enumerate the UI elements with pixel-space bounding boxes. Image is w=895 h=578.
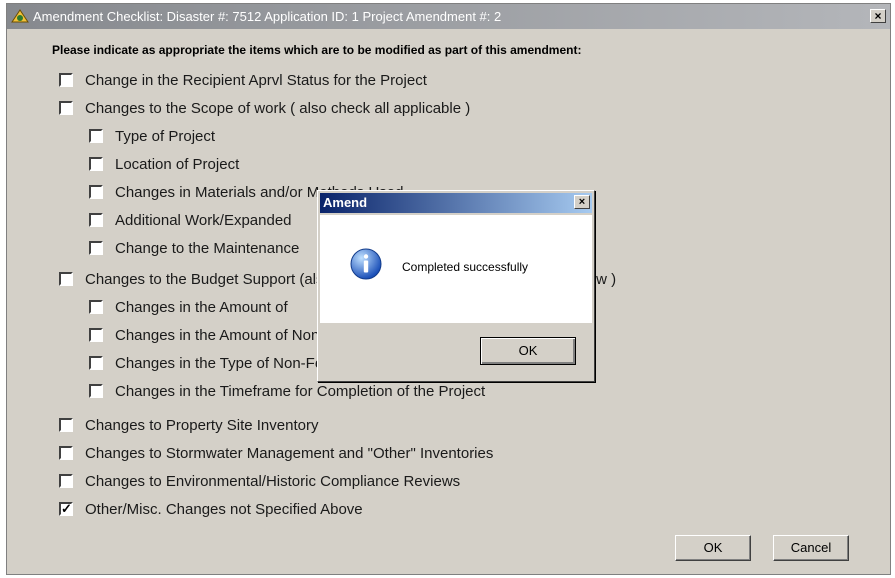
checkbox[interactable] <box>89 241 103 255</box>
checklist-item[interactable]: ✓ Other/Misc. Changes not Specified Above <box>59 499 363 519</box>
checklist-item[interactable]: Changes to Stormwater Management and "Ot… <box>59 443 493 463</box>
dialog-body: Completed successfully <box>320 215 592 323</box>
checklist-item[interactable]: Change in the Recipient Aprvl Status for… <box>59 70 427 90</box>
instruction-text: Please indicate as appropriate the items… <box>52 43 582 57</box>
info-icon <box>350 248 382 280</box>
checklist-item[interactable]: Changes in the Amount of <box>89 297 288 317</box>
checklist-item-label: Additional Work/Expanded <box>115 211 292 229</box>
checklist-item-label: Changes to Property Site Inventory <box>85 416 319 434</box>
checkbox[interactable] <box>89 384 103 398</box>
checkbox[interactable] <box>89 185 103 199</box>
checklist-item-label: Type of Project <box>115 127 216 145</box>
checkbox[interactable] <box>59 73 73 87</box>
checkbox[interactable] <box>59 272 73 286</box>
ok-button[interactable]: OK <box>675 535 751 561</box>
checklist-item-label: Change to the Maintenance <box>115 239 300 257</box>
checklist-item[interactable]: Changes to Environmental/Historic Compli… <box>59 471 460 491</box>
amend-dialog: Amend × Completed successfully OK <box>317 190 595 382</box>
checklist-item[interactable]: Location of Project <box>89 154 239 174</box>
checkbox[interactable] <box>59 474 73 488</box>
app-icon <box>11 9 29 23</box>
window-close-button[interactable]: × <box>870 9 886 23</box>
checklist-item-label: Changes in the Amount of <box>115 298 288 316</box>
checklist-item[interactable]: Changes to the Scope of work ( also chec… <box>59 98 470 118</box>
checklist-item[interactable]: Additional Work/Expanded <box>89 210 292 230</box>
checkbox[interactable] <box>89 157 103 171</box>
checkbox[interactable] <box>89 300 103 314</box>
checklist-item[interactable]: Changes in the Timeframe for Completion … <box>89 381 485 401</box>
dialog-close-button[interactable]: × <box>574 195 590 209</box>
checklist-item-label: Location of Project <box>115 155 240 173</box>
dialog-title: Amend <box>320 193 592 213</box>
checkbox[interactable] <box>89 129 103 143</box>
dialog-message: Completed successfully <box>402 260 529 274</box>
checklist-item-label: Other/Misc. Changes not Specified Above <box>85 500 363 518</box>
checkbox[interactable] <box>59 101 73 115</box>
checkbox-checked[interactable]: ✓ <box>59 502 73 516</box>
window-title: Amendment Checklist: Disaster #: 7512 Ap… <box>33 9 502 24</box>
checkbox[interactable] <box>59 418 73 432</box>
checklist-item[interactable]: Change to the Maintenance <box>89 238 299 258</box>
checkbox[interactable] <box>89 213 103 227</box>
checklist-item-label: Changes to the Scope of work ( also chec… <box>85 99 471 117</box>
checklist-item-label: Changes to Stormwater Management and "Ot… <box>85 444 494 462</box>
title-bar: Amendment Checklist: Disaster #: 7512 Ap… <box>7 4 890 29</box>
checklist-item-label: Change in the Recipient Aprvl Status for… <box>85 71 427 89</box>
checkbox[interactable] <box>89 356 103 370</box>
checkbox[interactable] <box>59 446 73 460</box>
checkbox[interactable] <box>89 328 103 342</box>
checklist-item-label: Changes to Environmental/Historic Compli… <box>85 472 461 490</box>
checklist-item[interactable]: Type of Project <box>89 126 215 146</box>
checklist-item[interactable]: Changes to Property Site Inventory <box>59 415 318 435</box>
cancel-button[interactable]: Cancel <box>773 535 849 561</box>
checklist-item-label: Changes in the Timeframe for Completion … <box>115 382 486 400</box>
dialog-ok-button[interactable]: OK <box>480 337 576 365</box>
